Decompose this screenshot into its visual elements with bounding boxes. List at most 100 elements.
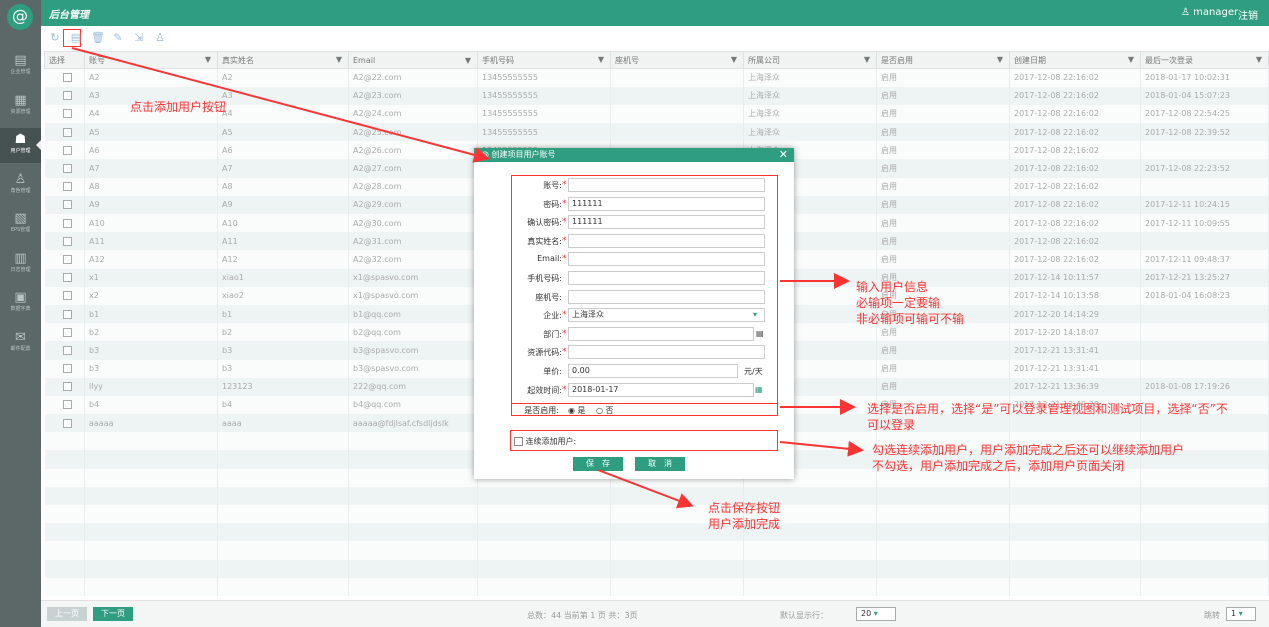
select-cell[interactable] bbox=[44, 286, 85, 305]
column-header[interactable]: 账号 ▼ bbox=[84, 51, 218, 69]
column-header[interactable]: 创建日期 ▼ bbox=[1009, 51, 1141, 69]
sidebar-item-resource[interactable]: ▦ 资源管理 bbox=[0, 89, 41, 124]
sidebar-item-dictionary[interactable]: ▣ 数据字典 bbox=[0, 286, 41, 321]
select-cell[interactable] bbox=[44, 159, 85, 178]
export-icon[interactable]: ⇲ bbox=[133, 32, 145, 44]
landline-field[interactable] bbox=[568, 289, 765, 304]
column-header[interactable]: 真实姓名 ▼ bbox=[217, 51, 349, 69]
continuous-add-checkbox[interactable]: 连续添加用户: bbox=[514, 436, 576, 447]
edit-icon[interactable]: ✎ bbox=[112, 32, 124, 44]
select-cell[interactable] bbox=[44, 177, 85, 196]
password-field[interactable]: 111111 bbox=[568, 196, 765, 211]
delete-icon[interactable]: 🗑 bbox=[91, 32, 105, 44]
row-checkbox[interactable] bbox=[62, 73, 72, 83]
table-row[interactable]: A3 A3 A2@23.com 13455555555 上海泽众 启用 2017-12-08… bbox=[44, 86, 1269, 105]
row-checkbox[interactable] bbox=[62, 182, 72, 192]
filter-icon[interactable]: ▼ bbox=[598, 55, 604, 64]
row-checkbox[interactable] bbox=[62, 309, 72, 319]
row-checkbox[interactable] bbox=[62, 254, 72, 264]
select-cell[interactable] bbox=[44, 341, 85, 360]
company-field[interactable]: 上海泽众 bbox=[568, 308, 765, 323]
start-time-field[interactable]: 2018-01-17 bbox=[568, 382, 754, 397]
select-cell[interactable] bbox=[44, 250, 85, 269]
mobile-field[interactable] bbox=[568, 271, 765, 285]
select-cell[interactable] bbox=[44, 432, 85, 451]
sidebar-item-eps[interactable]: ▧ EPS管理 bbox=[0, 207, 41, 242]
filter-icon[interactable]: ▼ bbox=[731, 55, 737, 64]
unit-price-field[interactable]: 0.00 bbox=[568, 364, 738, 378]
row-checkbox[interactable] bbox=[62, 200, 72, 210]
select-cell[interactable] bbox=[44, 123, 85, 142]
select-cell[interactable] bbox=[44, 450, 85, 469]
row-checkbox[interactable] bbox=[62, 382, 72, 392]
sidebar-item-building[interactable]: ▤ 企业管理 bbox=[0, 49, 41, 84]
sidebar-item-users[interactable]: ☗ 用户管理 bbox=[0, 128, 41, 163]
column-header[interactable]: 手机号码 ▼ bbox=[477, 51, 611, 69]
filter-icon[interactable]: ▼ bbox=[1128, 55, 1134, 64]
row-checkbox[interactable] bbox=[62, 364, 72, 374]
chevron-down-icon[interactable]: ▾ bbox=[753, 310, 757, 319]
select-cell[interactable] bbox=[44, 232, 85, 251]
sidebar-item-log[interactable]: ▥ 日志管理 bbox=[0, 247, 41, 282]
row-checkbox[interactable] bbox=[62, 400, 72, 410]
column-header[interactable]: 所属公司 ▼ bbox=[743, 51, 877, 69]
confirm-password-field[interactable]: 111111 bbox=[568, 215, 765, 230]
filter-icon[interactable]: ▼ bbox=[465, 56, 471, 65]
select-cell[interactable] bbox=[44, 577, 85, 596]
table-row[interactable] bbox=[44, 577, 1269, 596]
real-name-field[interactable] bbox=[568, 233, 765, 248]
select-cell[interactable] bbox=[44, 377, 85, 396]
add-user-icon[interactable]: ▤ bbox=[70, 32, 82, 44]
next-page-button[interactable]: 下一页 bbox=[93, 607, 133, 621]
sidebar-item-mail[interactable]: ✉ 邮件配置 bbox=[0, 326, 41, 361]
select-cell[interactable] bbox=[44, 523, 85, 542]
table-row[interactable]: A4 A4 A2@24.com 13455555555 上海泽众 启用 2017-12-08… bbox=[44, 104, 1269, 124]
current-user[interactable]: ♙ manager bbox=[1181, 7, 1238, 18]
select-cell[interactable] bbox=[44, 323, 85, 342]
select-cell[interactable] bbox=[44, 214, 85, 233]
select-cell[interactable] bbox=[44, 104, 85, 124]
filter-icon[interactable]: ▼ bbox=[997, 55, 1003, 64]
row-checkbox[interactable] bbox=[62, 345, 72, 355]
page-size-select[interactable]: 20 ▾ bbox=[856, 607, 896, 621]
row-checkbox[interactable] bbox=[62, 236, 72, 246]
row-checkbox[interactable] bbox=[62, 218, 72, 228]
select-cell[interactable] bbox=[44, 468, 85, 487]
select-cell[interactable] bbox=[44, 505, 85, 524]
column-header[interactable]: 选择 bbox=[44, 51, 85, 69]
row-checkbox[interactable] bbox=[62, 418, 72, 428]
prev-page-button[interactable]: 上一页 bbox=[47, 607, 87, 621]
select-cell[interactable] bbox=[44, 395, 85, 415]
tree-picker-icon[interactable]: ▤ bbox=[756, 329, 764, 338]
save-button[interactable]: 保 存 bbox=[573, 457, 623, 471]
sidebar-item-role[interactable]: ♙ 角色管理 bbox=[0, 168, 41, 203]
select-cell[interactable] bbox=[44, 268, 85, 287]
select-cell[interactable] bbox=[44, 141, 85, 160]
filter-icon[interactable]: ▼ bbox=[1256, 55, 1262, 64]
refresh-icon[interactable]: ↻ bbox=[49, 32, 61, 44]
filter-icon[interactable]: ▼ bbox=[336, 55, 342, 64]
filter-icon[interactable]: ▼ bbox=[864, 55, 870, 64]
row-checkbox[interactable] bbox=[62, 164, 72, 174]
column-header[interactable]: 最后一次登录 ▼ bbox=[1140, 51, 1269, 69]
column-header[interactable]: 是否启用 ▼ bbox=[876, 51, 1010, 69]
filter-icon[interactable]: ▼ bbox=[205, 55, 211, 64]
table-row[interactable] bbox=[44, 486, 1269, 505]
select-cell[interactable] bbox=[44, 68, 85, 87]
resource-code-field[interactable] bbox=[568, 345, 765, 360]
row-checkbox[interactable] bbox=[62, 273, 72, 283]
table-row[interactable]: A5 A5 A2@25.com 13455555555 上海泽众 启用 2017-12-08… bbox=[44, 123, 1269, 142]
cancel-button[interactable]: 取 消 bbox=[635, 457, 685, 471]
select-cell[interactable] bbox=[44, 86, 85, 105]
user-icon[interactable]: ♙ bbox=[154, 32, 166, 44]
select-cell[interactable] bbox=[44, 486, 85, 505]
table-row[interactable]: A2 A2 A2@22.com 13455555555 上海泽众 启用 2017-12-08… bbox=[44, 68, 1269, 87]
row-checkbox[interactable] bbox=[62, 327, 72, 337]
select-cell[interactable] bbox=[44, 304, 85, 324]
enabled-yes-radio[interactable]: ◉ 是 bbox=[568, 405, 586, 416]
department-field[interactable] bbox=[568, 326, 754, 341]
enabled-no-radio[interactable]: ○ 否 bbox=[596, 405, 614, 416]
select-cell[interactable] bbox=[44, 541, 85, 560]
row-checkbox[interactable] bbox=[62, 291, 72, 301]
row-checkbox[interactable] bbox=[62, 109, 72, 119]
